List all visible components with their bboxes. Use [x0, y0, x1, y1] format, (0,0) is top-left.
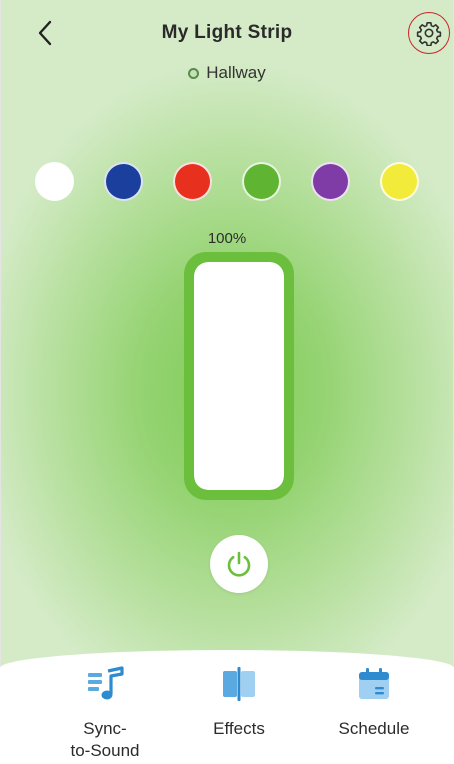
light-strip-screen: My Light Strip Hallway 100% Sync- to-Sou… [0, 0, 454, 764]
location-dot-icon [188, 67, 200, 79]
power-button[interactable] [210, 535, 268, 593]
brightness-slider[interactable] [184, 252, 294, 500]
tab-schedule[interactable]: Schedule [314, 664, 434, 740]
settings-button[interactable] [408, 12, 450, 54]
brightness-slider-inner [194, 262, 284, 490]
tab-schedule-label: Schedule [338, 719, 410, 738]
color-swatch-red[interactable] [173, 162, 212, 201]
bottom-tab-bar: Sync- to-Sound Effects Schedule [0, 650, 454, 764]
tab-sync-label: Sync- to-Sound [70, 719, 140, 760]
color-swatches [0, 162, 454, 201]
color-swatch-purple[interactable] [311, 162, 350, 201]
tab-effects-label: Effects [213, 719, 265, 738]
color-swatch-yellow[interactable] [380, 162, 419, 201]
brightness-percent: 100% [207, 230, 247, 247]
left-edge-line [0, 0, 1, 764]
top-bar: My Light Strip Hallway [0, 0, 454, 100]
location-text: Hallway [206, 63, 266, 82]
gear-icon [416, 22, 442, 46]
power-icon [227, 551, 251, 577]
location-label: Hallway [0, 63, 454, 83]
color-swatch-blue[interactable] [104, 162, 143, 201]
effects-icon [219, 664, 259, 704]
tab-sync-to-sound[interactable]: Sync- to-Sound [45, 664, 165, 762]
calendar-icon [354, 664, 394, 704]
color-swatch-green[interactable] [242, 162, 281, 201]
brightness-slider-fill [194, 262, 284, 490]
music-note-icon [85, 664, 125, 704]
page-title: My Light Strip [161, 22, 293, 43]
color-swatch-white[interactable] [35, 162, 74, 201]
tab-effects[interactable]: Effects [179, 664, 299, 740]
